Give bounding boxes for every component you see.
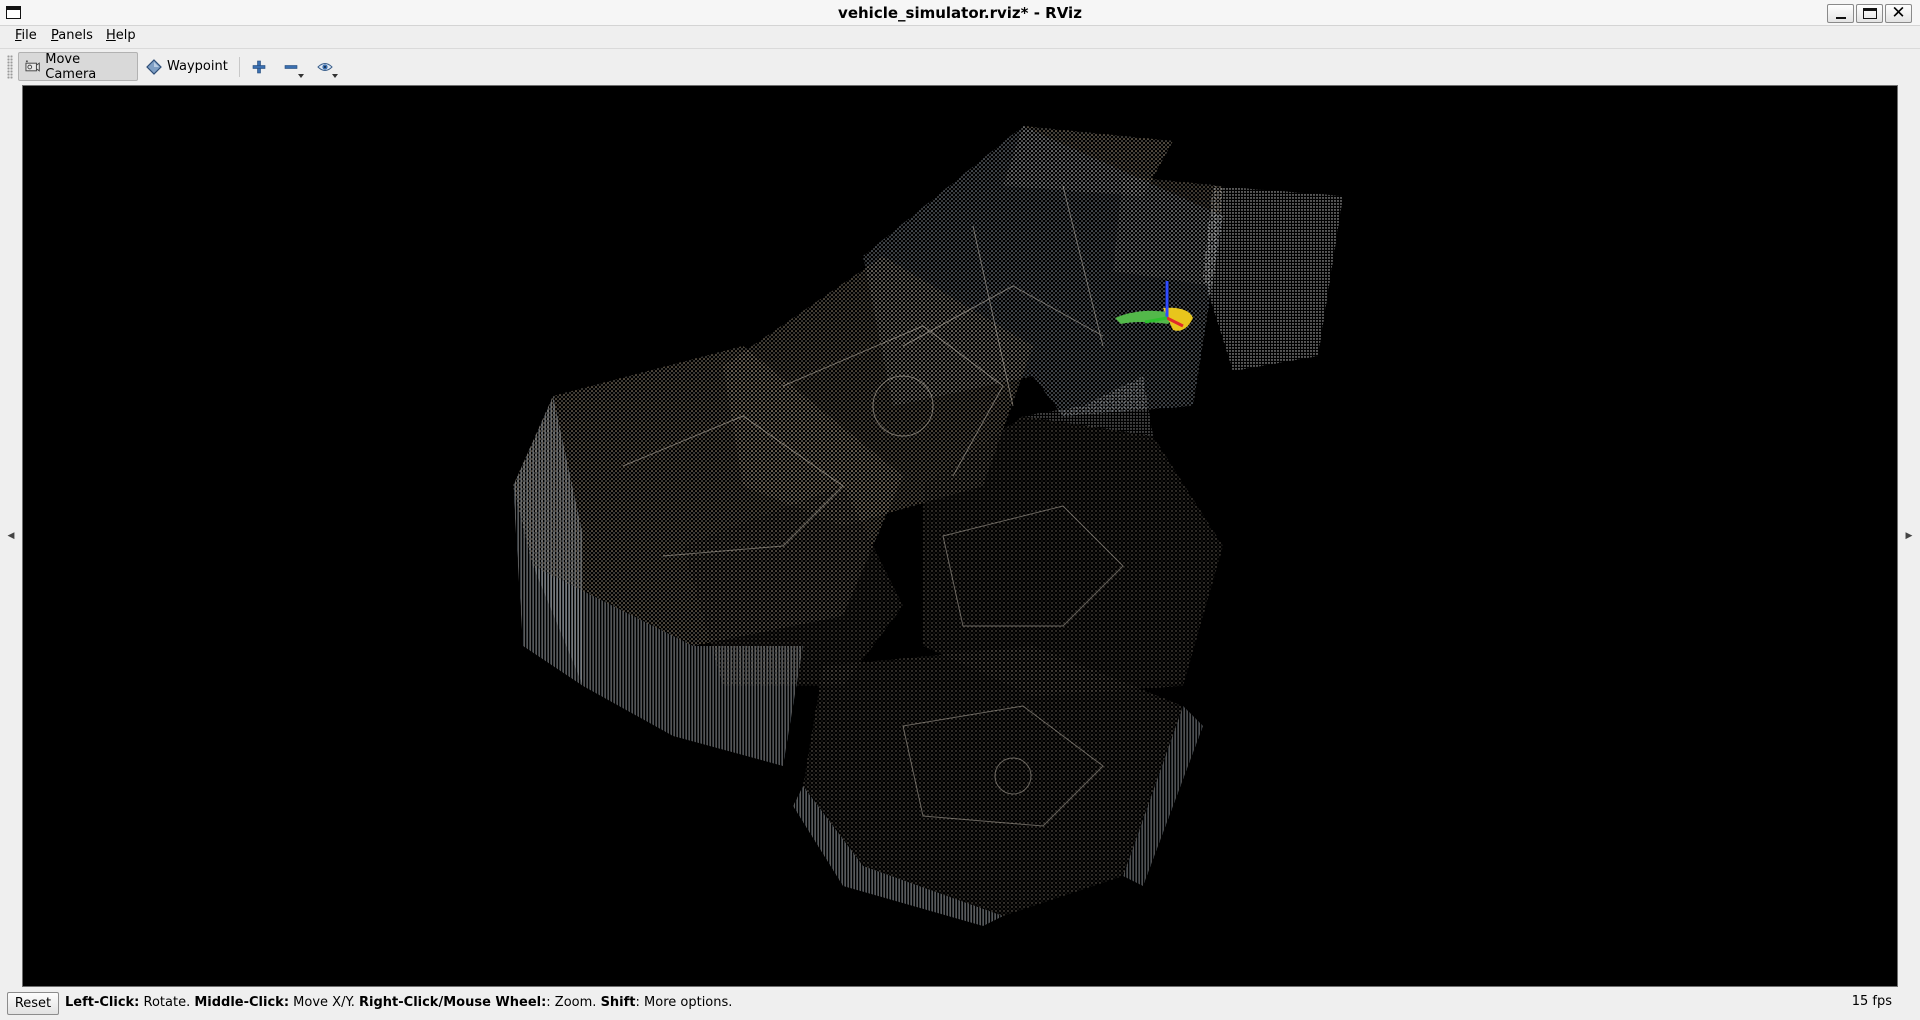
- add-tool-icon: [252, 60, 266, 74]
- view-options-button[interactable]: [312, 55, 338, 79]
- view-dropdown-arrow-icon: [332, 74, 338, 78]
- close-icon: ✕: [1891, 3, 1906, 23]
- waypoint-diamond-icon: [146, 58, 162, 75]
- menu-help[interactable]: Help: [103, 28, 139, 43]
- tool-bar: Move Camera Waypoint: [0, 48, 1920, 84]
- point-cloud-render: [513, 126, 1343, 926]
- close-button[interactable]: ✕: [1885, 4, 1912, 23]
- move-camera-icon: [25, 59, 40, 72]
- reset-button[interactable]: Reset: [7, 992, 59, 1015]
- status-bar: Reset Left-Click: Rotate. Middle-Click: …: [0, 988, 1920, 1020]
- remove-tool-icon: [284, 65, 298, 69]
- remove-dropdown-arrow-icon: [298, 74, 304, 78]
- render-viewport[interactable]: [22, 85, 1898, 987]
- view-eye-icon: [317, 63, 333, 71]
- remove-tool-button[interactable]: [278, 55, 304, 79]
- left-dock-collapse-handle[interactable]: ◀: [0, 85, 22, 987]
- menu-bar: File Panels Help: [0, 26, 1920, 48]
- add-tool-button[interactable]: [246, 55, 272, 79]
- fps-counter: 15 fps: [1851, 994, 1892, 1009]
- status-hint: Left-Click: Rotate. Middle-Click: Move X…: [65, 995, 733, 1010]
- window-title: vehicle_simulator.rviz* - RViz: [838, 4, 1082, 22]
- minimize-button[interactable]: [1827, 4, 1854, 23]
- waypoint-label: Waypoint: [167, 59, 228, 74]
- chevron-left-icon: ◀: [7, 531, 15, 541]
- maximize-icon: [1862, 8, 1877, 19]
- title-bar: vehicle_simulator.rviz* - RViz ✕: [0, 0, 1920, 26]
- maximize-button[interactable]: [1856, 4, 1883, 23]
- minimize-icon: [1835, 16, 1846, 19]
- toolbar-grip[interactable]: [7, 55, 13, 79]
- move-camera-label: Move Camera: [45, 51, 97, 82]
- toolbar-separator: [239, 57, 240, 77]
- chevron-right-icon: ▶: [1905, 531, 1913, 541]
- move-camera-button[interactable]: Move Camera: [18, 51, 138, 82]
- menu-file[interactable]: File: [12, 28, 40, 43]
- waypoint-button[interactable]: Waypoint: [140, 52, 234, 81]
- right-dock-collapse-handle[interactable]: ▶: [1898, 85, 1920, 987]
- pc-tower-right: [1203, 186, 1343, 371]
- menu-panels[interactable]: Panels: [48, 28, 96, 43]
